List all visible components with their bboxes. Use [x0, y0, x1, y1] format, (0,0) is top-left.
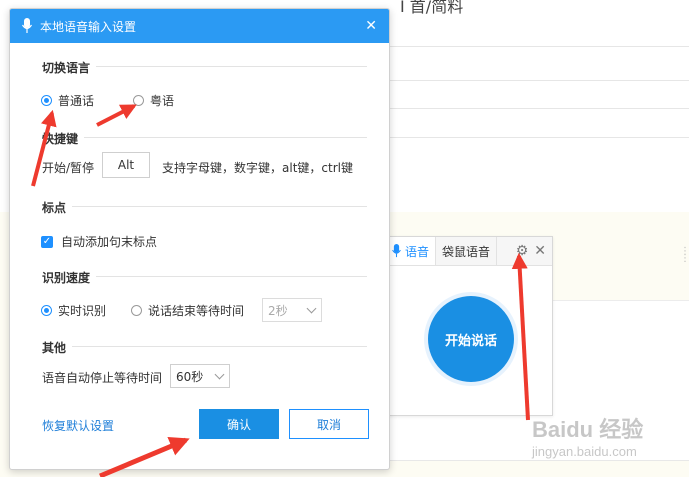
section-divider: [42, 137, 367, 138]
gear-icon[interactable]: ⚙: [516, 243, 529, 259]
auto-stop-value: 60秒: [176, 369, 204, 384]
baidu-jingyan-watermark: Baidu 经验 jingyan.baidu.com: [532, 412, 682, 470]
confirm-button[interactable]: 确认: [199, 409, 279, 439]
auto-stop-select[interactable]: 60秒: [170, 364, 230, 388]
divider: [390, 108, 689, 109]
close-icon[interactable]: ✕: [534, 243, 546, 259]
radio-indicator: [41, 95, 52, 106]
radio-mandarin[interactable]: 普通话: [41, 92, 94, 109]
section-title-hotkey: 快捷键: [42, 130, 85, 147]
section-divider: [42, 206, 367, 207]
section-title-other: 其他: [42, 339, 73, 356]
voice-panel-controls: ⚙ ✕: [497, 243, 552, 259]
hotkey-label: 开始/暂停: [42, 161, 95, 175]
section-title-language: 切换语言: [42, 59, 97, 76]
auto-stop-label: 语音自动停止等待时间: [42, 371, 163, 385]
wait-time-select[interactable]: 2秒: [262, 298, 322, 322]
close-icon[interactable]: ✕: [365, 18, 377, 34]
tab-kangaroo-label: 袋鼠语音: [442, 244, 491, 259]
wait-time-value: 2秒: [268, 303, 288, 318]
chevron-down-icon: [306, 303, 317, 313]
radio-realtime[interactable]: 实时识别: [41, 302, 106, 319]
document-title: I 首/简料: [400, 0, 464, 16]
divider: [390, 46, 689, 47]
auto-punctuation-label: 自动添加句末标点: [61, 235, 158, 249]
watermark-logo: Baidu 经验: [532, 417, 644, 442]
radio-realtime-label: 实时识别: [58, 304, 107, 318]
hotkey-hint: 支持字母键，数字键，alt键，ctrl键: [162, 161, 353, 175]
cancel-button[interactable]: 取消: [289, 409, 369, 439]
watermark-url: jingyan.baidu.com: [532, 444, 637, 459]
start-speaking-button[interactable]: 开始说话: [428, 296, 514, 382]
radio-wait-after-speech[interactable]: 说话结束等待时间: [131, 302, 244, 319]
hotkey-input[interactable]: Alt: [102, 152, 150, 178]
local-voice-settings-dialog: 本地语音输入设置 ✕ 切换语言 普通话 粤语 快捷键 开始/暂停 Alt 支持字…: [9, 8, 390, 470]
radio-wait-label: 说话结束等待时间: [148, 304, 245, 318]
microphone-icon: [22, 18, 32, 33]
checkmark-icon: ✓: [41, 235, 53, 248]
divider: [390, 80, 689, 81]
section-title-punctuation: 标点: [42, 199, 73, 216]
radio-cantonese-label: 粤语: [150, 94, 175, 108]
section-divider: [42, 346, 367, 347]
tab-kangaroo-voice[interactable]: 袋鼠语音: [436, 237, 498, 265]
restore-defaults-link[interactable]: 恢复默认设置: [42, 417, 114, 434]
dialog-titlebar: 本地语音输入设置 ✕: [10, 9, 389, 43]
radio-indicator: [131, 305, 142, 316]
divider: [390, 137, 689, 138]
radio-cantonese[interactable]: 粤语: [133, 92, 174, 109]
chevron-down-icon: [214, 369, 225, 379]
voice-panel-tabs: 语音 袋鼠语音 ⚙ ✕: [386, 237, 552, 266]
auto-punctuation-checkbox[interactable]: ✓ 自动添加句末标点: [41, 233, 157, 250]
voice-input-panel: 语音 袋鼠语音 ⚙ ✕ 开始说话: [385, 236, 553, 416]
tab-voice-label: 语音: [405, 244, 430, 259]
tab-voice[interactable]: 语音: [386, 237, 437, 265]
radio-indicator: [133, 95, 144, 106]
microphone-icon: [392, 244, 401, 258]
more-icon[interactable]: ⋮ ⋮: [680, 247, 689, 264]
dialog-title: 本地语音输入设置: [40, 19, 137, 34]
section-title-speed: 识别速度: [42, 269, 97, 286]
radio-mandarin-label: 普通话: [58, 94, 95, 108]
radio-indicator: [41, 305, 52, 316]
